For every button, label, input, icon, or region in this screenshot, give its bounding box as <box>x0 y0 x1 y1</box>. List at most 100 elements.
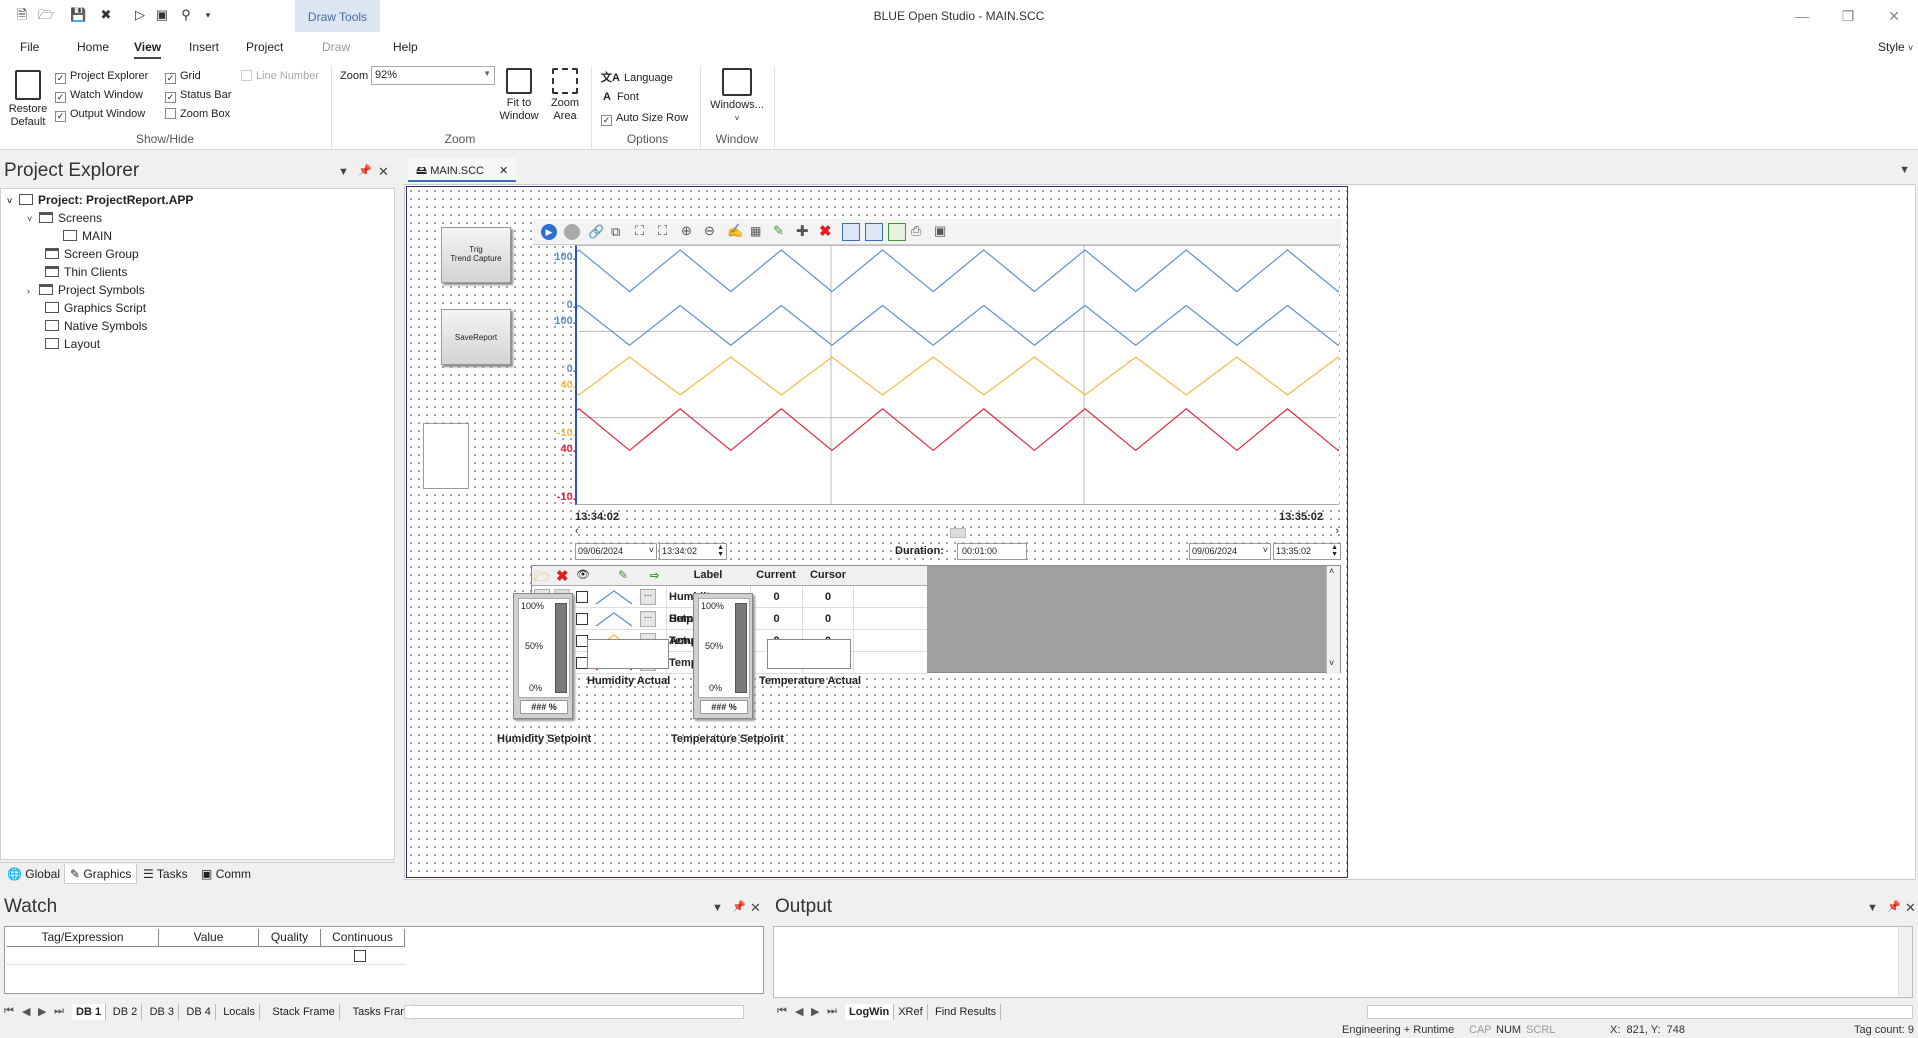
zoom-area-button[interactable]: Zoom Area <box>544 68 586 123</box>
chk-line-number[interactable]: Line Number <box>241 70 319 82</box>
scroll-down-icon[interactable]: ˅ <box>1329 658 1334 668</box>
tree-item-thin-clients[interactable]: Thin Clients <box>45 263 127 281</box>
watch-row[interactable] <box>7 947 405 965</box>
watch-col-quality[interactable]: Quality <box>259 929 321 947</box>
trig-trend-capture-button[interactable]: Trig Trend Capture <box>441 227 511 283</box>
zoom-combobox[interactable]: 92% ▼ <box>371 66 495 85</box>
explorer-close-icon[interactable]: ✕ <box>378 164 389 180</box>
blank-rectangle[interactable] <box>423 423 469 489</box>
scroll-up-icon[interactable]: ˄ <box>1329 566 1334 576</box>
start-date-picker[interactable]: 09/06/2024 ˅ <box>575 543 657 560</box>
edit-pen-icon[interactable]: ✎ <box>773 223 784 239</box>
legend-col-label[interactable]: Label <box>666 564 750 586</box>
watch-col-continuous[interactable]: Continuous <box>321 929 405 947</box>
watch-col-tag[interactable]: Tag/Expression <box>7 929 159 947</box>
output-pin-icon[interactable]: 📌 <box>1887 900 1901 913</box>
watch-tab-locals[interactable]: Locals <box>219 1004 260 1020</box>
tab-draw[interactable]: Draw <box>322 40 350 54</box>
output-log-area[interactable] <box>773 926 1913 998</box>
chk-output-window[interactable]: ✓ Output Window <box>55 108 145 122</box>
tree-item-native-symbols[interactable]: Native Symbols <box>45 317 147 335</box>
watch-hscroll[interactable] <box>404 1005 744 1019</box>
chk-project-explorer[interactable]: ✓ Project Explorer <box>55 70 148 84</box>
split-view-icon[interactable] <box>865 223 883 241</box>
chk-zoom-box[interactable]: Zoom Box <box>165 108 230 120</box>
table-icon[interactable]: ▦ <box>750 224 761 238</box>
tab-global[interactable]: 🌐 Global <box>2 864 65 884</box>
tree-item-screen-group[interactable]: Screen Group <box>45 245 139 263</box>
prev-page-icon[interactable]: ◀ <box>22 1005 30 1018</box>
tab-graphics[interactable]: ✎ Graphics <box>64 864 138 884</box>
visibility-icon[interactable]: 👁 <box>576 568 590 581</box>
export-arrow-icon[interactable]: ⇨ <box>650 569 659 582</box>
screen-canvas[interactable]: Trig Trend Capture SaveReport ▶ 🔗 ⧉ ⛶ ⛶ … <box>406 186 1348 878</box>
style-menu[interactable]: Style ˅ <box>1878 40 1913 54</box>
watch-tab-db-1[interactable]: DB 1 <box>72 1004 107 1020</box>
language-button[interactable]: 文A Language <box>601 69 673 85</box>
legend-scrollbar[interactable]: ˄ ˅ <box>1326 566 1340 674</box>
tree-item-graphics-script[interactable]: Graphics Script <box>45 299 146 317</box>
watch-menu-icon[interactable]: ▼ <box>712 902 723 914</box>
save-report-button[interactable]: SaveReport <box>441 309 511 365</box>
tab-close-icon[interactable]: ✕ <box>499 165 508 177</box>
print-icon[interactable]: ⎙ <box>911 223 921 239</box>
chk-watch-window[interactable]: ✓ Watch Window <box>55 89 143 103</box>
collapse-arrow-icon[interactable]: ˅ <box>7 192 19 210</box>
scroll-thumb[interactable] <box>950 528 966 538</box>
legend-col-current[interactable]: Current <box>750 564 802 586</box>
tree-item-main[interactable]: MAIN <box>63 227 112 245</box>
output-tab-xref[interactable]: XRef <box>894 1004 928 1020</box>
spinner-arrows-icon[interactable]: ▲ ▼ <box>1331 544 1338 558</box>
duration-input[interactable]: 00:01:00 <box>957 543 1027 560</box>
pen-visible-checkbox[interactable] <box>576 591 588 603</box>
tab-main-scc[interactable]: 🖴 MAIN.SCC ✕ <box>408 158 517 182</box>
humidity-setpoint-gauge[interactable]: 100% 50% 0% ### % <box>513 593 573 719</box>
trend-time-scrollbar[interactable]: ‹ › <box>575 525 1339 539</box>
windows-button[interactable]: Windows... ˅ <box>706 68 768 125</box>
stop-icon[interactable]: ▣ <box>154 7 170 23</box>
explorer-pin-icon[interactable]: 📌 <box>358 164 372 177</box>
export-image-icon[interactable]: ▣ <box>934 223 946 239</box>
verify-icon[interactable]: ⚲ <box>178 7 194 23</box>
zoom-box-icon[interactable]: ⛶ <box>635 223 644 239</box>
trend-plot[interactable] <box>575 245 1339 505</box>
scroll-left-icon[interactable]: ‹ <box>575 525 579 537</box>
output-tab-logwin[interactable]: LogWin <box>845 1004 895 1020</box>
expand-arrow-icon[interactable]: › <box>27 282 39 300</box>
tree-item-project-symbols[interactable]: › Project Symbols <box>27 281 145 299</box>
prev-page-icon[interactable]: ◀ <box>795 1005 803 1018</box>
cursor-icon[interactable]: ✍ <box>727 223 743 239</box>
zoom-reset-icon[interactable]: ⛶ <box>658 223 667 239</box>
pen-options-button[interactable]: ... <box>640 611 656 627</box>
end-time-spinner[interactable]: 13:35:02 ▲ ▼ <box>1273 543 1341 560</box>
tab-project[interactable]: Project <box>246 40 283 54</box>
restore-button[interactable]: ❐ <box>1826 4 1870 28</box>
watch-tab-stack-frame[interactable]: Stack Frame <box>268 1004 340 1020</box>
humidity-actual-display[interactable] <box>587 639 669 669</box>
watch-tab-db-2[interactable]: DB 2 <box>109 1004 143 1020</box>
first-page-icon[interactable]: ⏮ <box>4 1005 14 1018</box>
tab-view[interactable]: View <box>134 40 162 59</box>
watch-tab-db-4[interactable]: DB 4 <box>182 1004 216 1020</box>
tab-home[interactable]: Home <box>77 40 109 54</box>
tab-insert[interactable]: Insert <box>189 40 219 54</box>
continuous-checkbox[interactable] <box>354 950 366 962</box>
minimize-button[interactable]: — <box>1780 4 1824 28</box>
collapse-arrow-icon[interactable]: ˅ <box>27 210 39 228</box>
scroll-right-icon[interactable]: › <box>1335 525 1339 537</box>
delete-icon[interactable]: ✖ <box>556 567 569 585</box>
tab-file[interactable]: File <box>20 40 39 54</box>
delete-pen-icon[interactable]: ✖ <box>819 222 832 240</box>
first-page-icon[interactable]: ⏮ <box>777 1005 787 1018</box>
watch-grid[interactable]: Tag/Expression Value Quality Continuous <box>4 926 764 994</box>
chk-grid[interactable]: ✓ Grid <box>165 70 201 84</box>
font-button[interactable]: A Font <box>603 91 639 103</box>
output-vscroll[interactable] <box>1898 927 1912 997</box>
chk-auto-size-row[interactable]: ✓ Auto Size Row <box>601 112 688 126</box>
zoom-in-icon[interactable]: ⊕ <box>681 223 692 239</box>
qat-customize-icon[interactable]: ▾ <box>200 7 216 23</box>
tab-comm[interactable]: ▣ Comm <box>196 864 256 884</box>
next-page-icon[interactable]: ▶ <box>38 1005 46 1018</box>
start-time-spinner[interactable]: 13:34:02 ▲ ▼ <box>659 543 727 560</box>
output-hscroll[interactable] <box>1367 1005 1913 1019</box>
